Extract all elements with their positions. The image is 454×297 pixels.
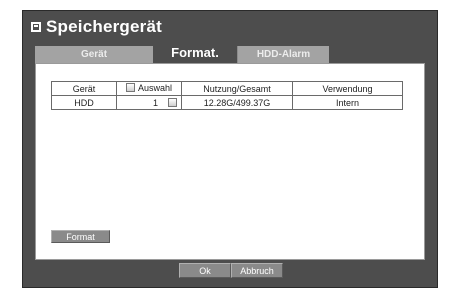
- ok-button[interactable]: Ok: [179, 263, 231, 278]
- cell-usage: 12.28G/499.37G: [181, 95, 293, 110]
- cell-use: Intern: [292, 95, 403, 110]
- row-select-checkbox[interactable]: [168, 98, 177, 107]
- device-table: Gerät Auswahl Nutzung/Gesamt Verwendung …: [51, 81, 403, 110]
- table-header-row: Gerät Auswahl Nutzung/Gesamt Verwendung: [51, 81, 403, 96]
- tab-format[interactable]: Format.: [153, 41, 237, 63]
- title-bar: Speichergerät: [31, 15, 162, 39]
- cancel-button[interactable]: Abbruch: [231, 263, 283, 278]
- storage-device-dialog: Speichergerät Gerät Format. HDD-Alarm Ge…: [22, 10, 438, 288]
- column-header-select: Auswahl: [116, 81, 182, 96]
- column-header-select-label: Auswahl: [137, 82, 173, 93]
- cell-device: HDD: [51, 95, 117, 110]
- table-row[interactable]: HDD 1 12.28G/499.37G Intern: [51, 95, 403, 110]
- column-header-use: Verwendung: [292, 81, 403, 96]
- format-panel: Gerät Auswahl Nutzung/Gesamt Verwendung …: [35, 63, 425, 260]
- dialog-title: Speichergerät: [46, 17, 162, 36]
- cell-select: 1: [116, 95, 182, 110]
- select-all-checkbox[interactable]: [125, 83, 135, 93]
- cell-select-number: 1: [152, 97, 158, 108]
- format-button[interactable]: Format: [51, 230, 110, 243]
- column-header-usage: Nutzung/Gesamt: [181, 81, 293, 96]
- window-icon: [31, 22, 41, 32]
- column-header-device: Gerät: [51, 81, 117, 96]
- tab-hdd-alarm[interactable]: HDD-Alarm: [237, 46, 329, 63]
- tab-geraet[interactable]: Gerät: [35, 46, 153, 63]
